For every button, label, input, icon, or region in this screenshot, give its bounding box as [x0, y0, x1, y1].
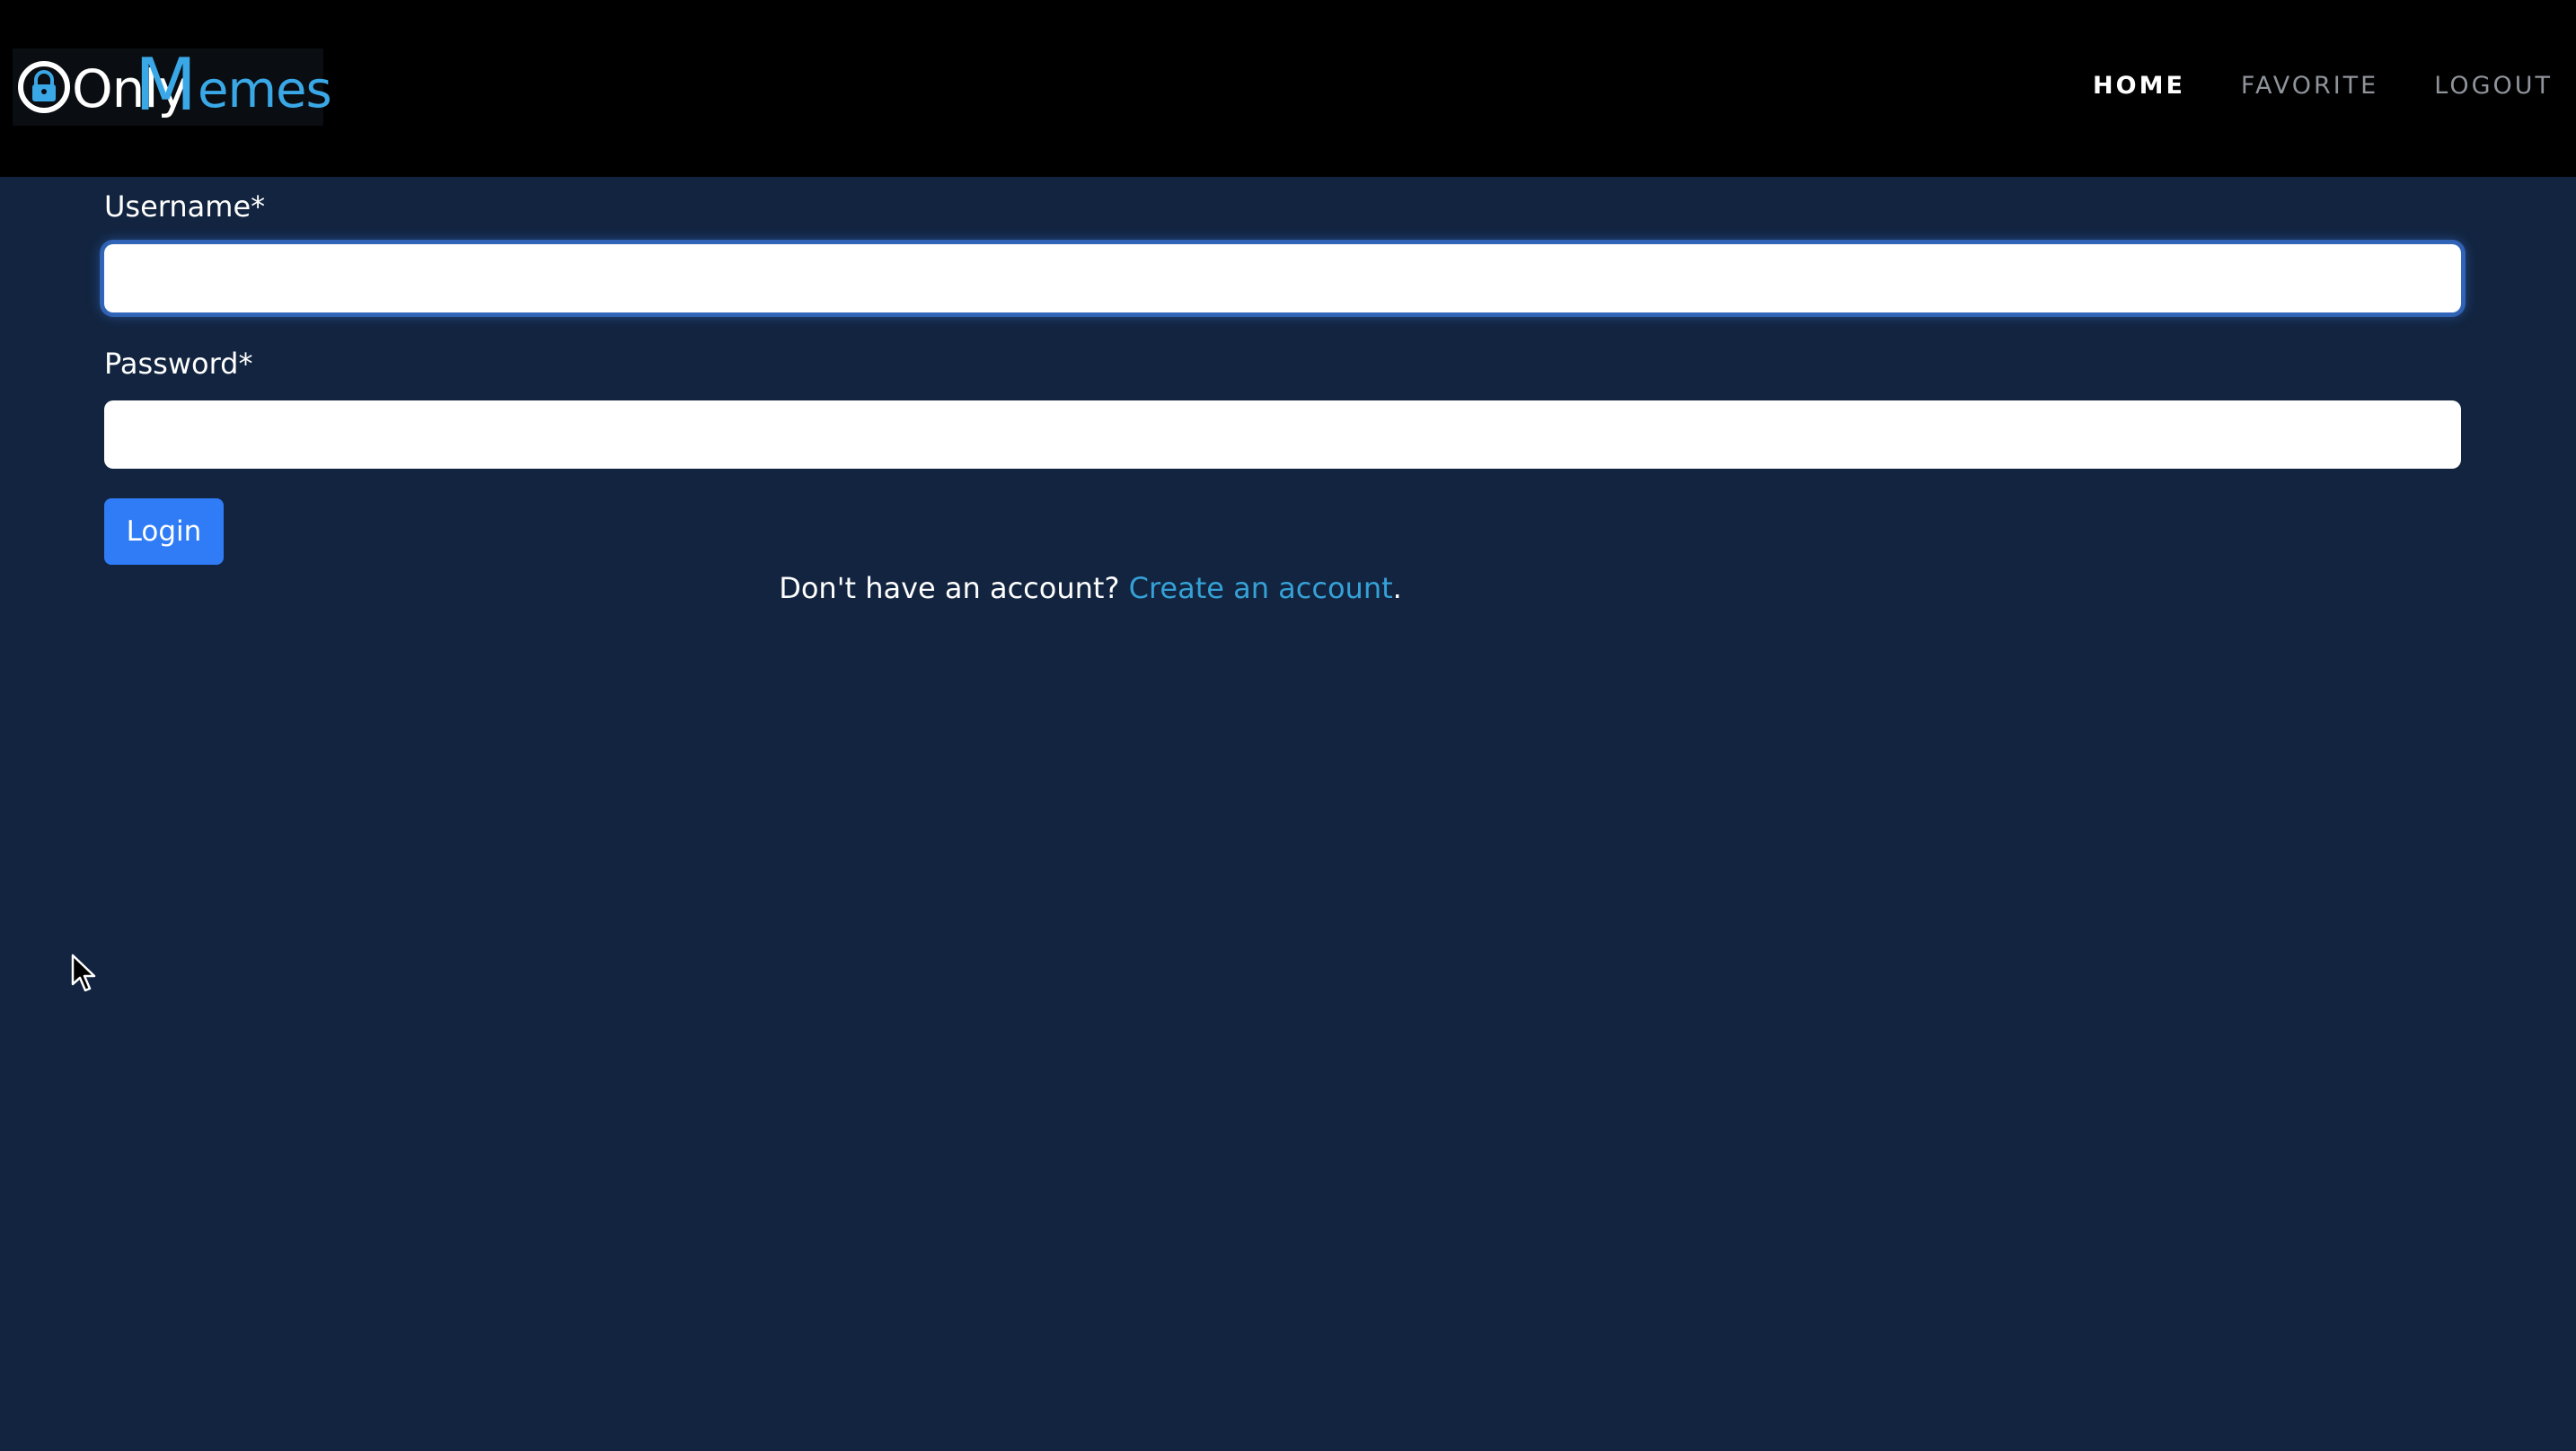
password-field[interactable]	[104, 400, 2461, 469]
signup-prompt: Don't have an account? Create an account…	[0, 567, 2576, 609]
login-button[interactable]: Login	[104, 498, 224, 565]
username-label: Username*	[104, 189, 266, 224]
lock-icon	[18, 61, 70, 113]
mouse-cursor-icon	[71, 954, 96, 992]
main-nav: HOME FAVORITE LOGOUT	[2037, 70, 2553, 102]
nav-favorite[interactable]: FAVORITE	[2241, 70, 2378, 102]
site-logo[interactable]: Only M emes	[13, 43, 332, 127]
logo-text-suffix: emes	[198, 61, 332, 119]
create-account-link[interactable]: Create an account	[1129, 571, 1393, 605]
signup-prompt-text: Don't have an account?	[779, 571, 1129, 605]
nav-home[interactable]: HOME	[2093, 70, 2185, 102]
navbar: Only M emes HOME FAVORITE LOGOUT	[0, 0, 2576, 177]
logo-text-m: M	[135, 43, 198, 127]
signup-suffix: .	[1392, 571, 1402, 605]
password-label: Password*	[104, 347, 253, 381]
nav-logout[interactable]: LOGOUT	[2434, 70, 2553, 102]
login-page: Only M emes HOME FAVORITE LOGOUT Usernam…	[0, 0, 2576, 1451]
username-field[interactable]	[104, 244, 2461, 312]
